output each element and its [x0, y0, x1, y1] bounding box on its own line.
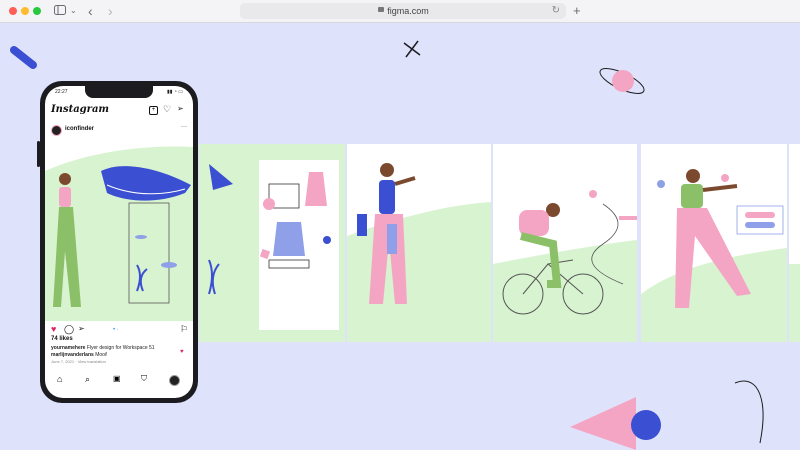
post-meta: June 7, 2021 · View translation [51, 359, 106, 364]
post-image[interactable] [45, 141, 193, 321]
bottom-nav: ⌂ ⌕ ▣ ⛉ [45, 372, 193, 390]
reload-icon[interactable]: ↻ [552, 3, 560, 19]
home-icon[interactable]: ⌂ [57, 374, 62, 384]
minimize-window-button[interactable] [21, 7, 29, 15]
chevron-down-icon[interactable]: ⌄ [70, 3, 77, 19]
shop-icon[interactable]: ⛉ [141, 374, 147, 384]
cross-shape [403, 40, 421, 58]
caption-text: Flyer design for Workspace 51 [86, 345, 155, 351]
bookmark-icon[interactable]: ⚐ [180, 324, 188, 335]
search-icon[interactable]: ⌕ [85, 374, 90, 385]
instagram-screen: 22:27 ▮▮ ◔ ▭ Instagram + ♡ ➢ iconfinder … [45, 86, 193, 398]
comment-text: Mooi! [95, 352, 108, 358]
reels-icon[interactable]: ▣ [113, 374, 121, 383]
status-icons: ▮▮ ◔ ▭ [166, 89, 183, 95]
phone-mockup: 22:27 ▮▮ ◔ ▭ Instagram + ♡ ➢ iconfinder … [37, 81, 198, 403]
planet-icon [599, 68, 645, 94]
carousel-panel-3 [493, 144, 637, 342]
post-date: June 7, 2021 [51, 359, 75, 364]
likes-count: 74 likes [51, 336, 73, 342]
close-window-button[interactable] [9, 7, 17, 15]
account-avatar[interactable] [51, 125, 62, 136]
address-bar[interactable]: figma.com ↻ [240, 3, 566, 19]
sidebar-icon[interactable] [54, 3, 66, 19]
blue-circle-shape [631, 410, 661, 440]
back-arrow-icon[interactable]: ‹ [88, 3, 93, 19]
new-post-icon[interactable]: + [149, 106, 158, 115]
comment-user[interactable]: marlijnvanderlans [51, 352, 94, 358]
caption-user[interactable]: yournamehere [51, 345, 85, 351]
pink-triangle-shape [570, 397, 636, 450]
comment-icon[interactable]: ◯ [64, 324, 74, 335]
like-icon[interactable]: ♥ [51, 324, 56, 334]
instagram-logo: Instagram [51, 104, 109, 115]
curve-line [734, 380, 764, 444]
share-icon[interactable]: ➢ [78, 324, 85, 333]
phone-notch [85, 86, 153, 98]
phone-side-button [37, 141, 40, 167]
carousel-panel-5-edge [789, 144, 800, 342]
status-time: 22:27 [55, 89, 68, 95]
new-tab-icon[interactable]: + [573, 3, 581, 19]
browser-toolbar: ⌄ ‹ › figma.com ↻ + [0, 0, 800, 23]
comment-line: marlijnvanderlans Mooi! [51, 352, 107, 358]
carousel-panel-4 [641, 144, 787, 342]
blue-pill-shape [10, 46, 37, 69]
caption-line: yournamehere Flyer design for Workspace … [51, 345, 155, 351]
account-name[interactable]: iconfinder [65, 126, 94, 132]
view-translation-link[interactable]: View translation [78, 359, 106, 364]
url-text: figma.com [387, 6, 429, 16]
lock-icon [378, 7, 384, 12]
send-icon[interactable]: ➢ [177, 104, 184, 113]
maximize-window-button[interactable] [33, 7, 41, 15]
carousel-dots: • · [113, 327, 119, 333]
comment-heart-icon[interactable]: ♥ [180, 349, 184, 355]
carousel-panel-1 [199, 144, 345, 342]
more-options-icon[interactable]: ··· [181, 124, 187, 130]
profile-avatar[interactable] [169, 375, 180, 386]
heart-icon[interactable]: ♡ [163, 104, 171, 115]
forward-arrow-icon[interactable]: › [108, 3, 113, 19]
figma-canvas: 22:27 ▮▮ ◔ ▭ Instagram + ♡ ➢ iconfinder … [0, 23, 800, 450]
carousel-panel-2 [347, 144, 491, 342]
